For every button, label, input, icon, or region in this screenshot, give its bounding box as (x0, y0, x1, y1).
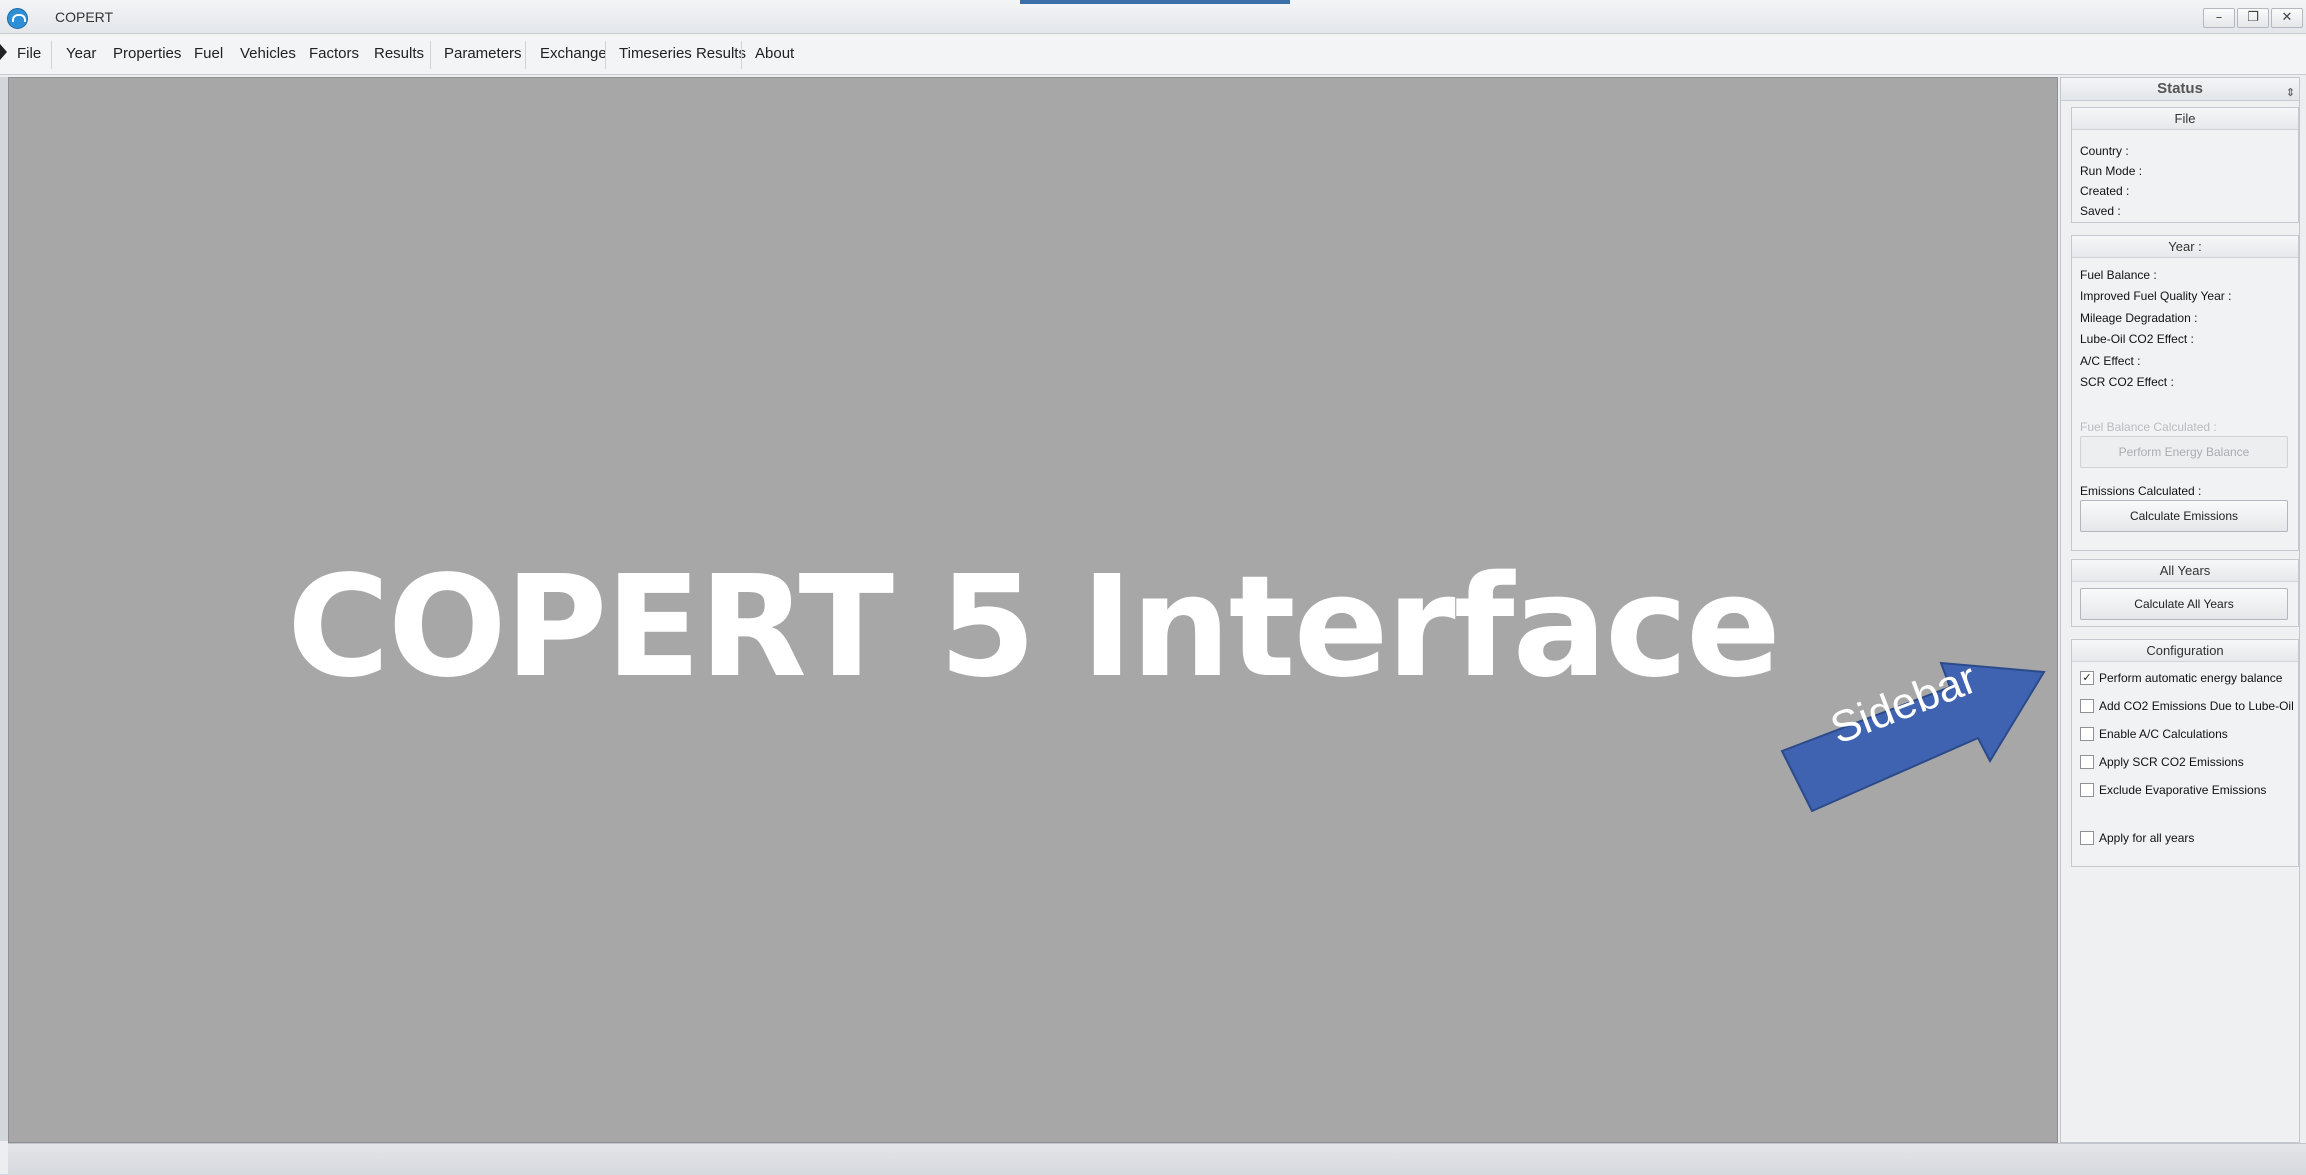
file-group: File Country : Run Mode : Created : Save… (2071, 107, 2299, 223)
checkbox-label: Enable A/C Calculations (2099, 727, 2228, 741)
scr-co2-checkbox[interactable]: Apply SCR CO2 Emissions (2080, 754, 2244, 770)
sidebar-arrow-callout (1780, 661, 2046, 813)
checkbox-label: Perform automatic energy balance (2099, 671, 2283, 685)
lube-oil-co2-effect-label: Lube-Oil CO2 Effect : (2080, 332, 2194, 346)
fuel-balance-label: Fuel Balance : (2080, 268, 2157, 282)
menu-about[interactable]: About (755, 45, 794, 62)
menu-file[interactable]: File (17, 45, 41, 62)
auto-energy-balance-checkbox[interactable]: ✓ Perform automatic energy balance (2080, 670, 2282, 686)
menu-timeseries-results[interactable]: Timeseries Results (619, 45, 746, 62)
window-title: COPERT (55, 9, 114, 25)
pin-icon[interactable]: ⇕ (2286, 82, 2295, 104)
scr-co2-effect-label: SCR CO2 Effect : (2080, 375, 2174, 389)
check-icon[interactable]: ✓ (2080, 670, 2094, 685)
file-group-title: File (2072, 108, 2298, 130)
created-label: Created : (2080, 184, 2130, 198)
app-window: COPERT – ❐ ✕ File Year Properties Fuel V… (0, 0, 2306, 1175)
fuel-balance-calculated-label: Fuel Balance Calculated : (2080, 420, 2217, 434)
status-bar (8, 1143, 2306, 1175)
country-label: Country : (2080, 144, 2129, 158)
menu-year[interactable]: Year (66, 45, 96, 62)
calculate-emissions-button[interactable]: Calculate Emissions (2080, 500, 2288, 532)
emissions-calculated-label: Emissions Calculated : (2080, 484, 2202, 498)
status-sidebar: Status ⇕ File Country : Run Mode : Creat… (2060, 77, 2300, 1143)
ac-effect-label: A/C Effect : (2080, 354, 2141, 368)
restore-button[interactable]: ❐ (2237, 8, 2269, 28)
checkbox-label: Exclude Evaporative Emissions (2099, 783, 2267, 797)
menu-factors[interactable]: Factors (309, 45, 359, 62)
menu-exchange[interactable]: Exchange (540, 45, 607, 62)
year-group: Year : Fuel Balance : Improved Fuel Qual… (2071, 235, 2299, 551)
all-years-group-title: All Years (2072, 560, 2298, 582)
exclude-evaporative-checkbox[interactable]: Exclude Evaporative Emissions (2080, 782, 2266, 798)
checkbox-box[interactable] (2080, 782, 2094, 797)
interface-heading: COPERT 5 Interface (287, 546, 1781, 709)
menu-results[interactable]: Results (374, 45, 424, 62)
menu-separator (525, 41, 526, 69)
checkbox-box[interactable] (2080, 726, 2094, 741)
mileage-degradation-label: Mileage Degradation : (2080, 311, 2198, 325)
menu-properties[interactable]: Properties (113, 45, 181, 62)
main-canvas[interactable]: COPERT 5 Interface (8, 77, 2058, 1143)
title-accent-bar (1020, 0, 1290, 4)
lube-oil-co2-checkbox[interactable]: Add CO2 Emissions Due to Lube-Oil (2080, 698, 2294, 714)
checkbox-label: Apply SCR CO2 Emissions (2099, 755, 2244, 769)
mouse-cursor-icon (0, 44, 7, 60)
configuration-group: Configuration ✓ Perform automatic energy … (2071, 639, 2299, 867)
checkbox-box[interactable] (2080, 830, 2094, 845)
apply-all-years-checkbox[interactable]: Apply for all years (2080, 830, 2194, 846)
close-button[interactable]: ✕ (2271, 8, 2303, 28)
sidebar-title-text: Status (2157, 80, 2203, 97)
sidebar-title: Status ⇕ (2061, 78, 2299, 101)
all-years-group: All Years Calculate All Years (2071, 559, 2299, 627)
menu-separator (741, 41, 742, 69)
app-logo-icon (7, 8, 28, 29)
menu-separator (605, 41, 606, 69)
menu-bar: File Year Properties Fuel Vehicles Facto… (0, 34, 2306, 75)
left-edge (0, 77, 8, 1141)
menu-separator (430, 41, 431, 69)
minimize-button[interactable]: – (2203, 8, 2235, 28)
checkbox-label: Add CO2 Emissions Due to Lube-Oil (2099, 699, 2294, 713)
improved-fuel-quality-label: Improved Fuel Quality Year : (2080, 289, 2232, 303)
menu-fuel[interactable]: Fuel (194, 45, 223, 62)
saved-label: Saved : (2080, 204, 2121, 218)
ac-calculations-checkbox[interactable]: Enable A/C Calculations (2080, 726, 2228, 742)
calculate-all-years-button[interactable]: Calculate All Years (2080, 588, 2288, 620)
year-group-title: Year : (2072, 236, 2298, 258)
checkbox-label: Apply for all years (2099, 831, 2195, 845)
menu-separator (51, 41, 52, 69)
menu-vehicles[interactable]: Vehicles (240, 45, 296, 62)
configuration-group-title: Configuration (2072, 640, 2298, 662)
perform-energy-balance-button[interactable]: Perform Energy Balance (2080, 436, 2288, 468)
checkbox-box[interactable] (2080, 698, 2094, 713)
checkbox-box[interactable] (2080, 754, 2094, 769)
run-mode-label: Run Mode : (2080, 164, 2143, 178)
title-bar[interactable]: COPERT – ❐ ✕ (0, 0, 2306, 34)
menu-parameters[interactable]: Parameters (444, 45, 522, 62)
